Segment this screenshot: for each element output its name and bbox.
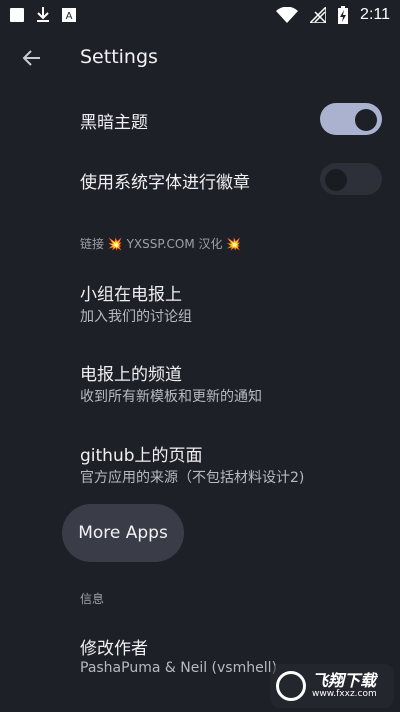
switch-knob (325, 169, 347, 191)
status-left: A (10, 7, 76, 23)
setting-system-font[interactable]: 使用系统字体进行徽章 (0, 152, 400, 208)
watermark-logo-icon (276, 671, 306, 701)
watermark-cn: 飞翔下载 (312, 671, 377, 691)
link-telegram-group[interactable]: 小组在电报上 加入我们的讨论组 (0, 270, 400, 334)
watermark: 飞翔下载 www.fxxz.com (270, 664, 394, 708)
watermark-text: 飞翔下载 www.fxxz.com (312, 672, 377, 699)
info-section-header: 信息 (80, 592, 105, 606)
author-title: 修改作者 (80, 639, 148, 659)
dark-theme-label: 黑暗主题 (80, 113, 148, 133)
wifi-icon (276, 7, 299, 23)
svg-text:A: A (66, 11, 73, 22)
status-bar: A 2:11 (0, 0, 400, 30)
link-title: 小组在电报上 (80, 285, 182, 305)
link-subtitle: 加入我们的讨论组 (80, 309, 192, 325)
back-button[interactable] (18, 44, 46, 72)
font-icon: A (62, 8, 76, 22)
link-github[interactable]: github上的页面 官方应用的来源（不包括材料设计2) (0, 431, 400, 495)
page-title: Settings (80, 46, 158, 68)
square-icon (10, 8, 24, 22)
link-title: github上的页面 (80, 446, 203, 466)
link-subtitle: 收到所有新模板和更新的通知 (80, 389, 262, 405)
link-title: 电报上的频道 (80, 365, 182, 385)
app-bar: Settings (0, 30, 400, 88)
watermark-en: www.fxxz.com (312, 688, 377, 699)
more-apps-button[interactable]: More Apps (62, 504, 184, 562)
links-section-header: 链接 💥 YXSSP.COM 汉化 💥 (80, 237, 242, 251)
status-time: 2:11 (360, 6, 390, 23)
switch-knob (355, 109, 377, 131)
download-icon (37, 7, 49, 22)
system-font-label: 使用系统字体进行徽章 (80, 173, 250, 193)
author-subtitle: PashaPuma & Neil (vsmhell) (80, 660, 277, 676)
dark-theme-switch[interactable] (320, 103, 382, 135)
link-subtitle: 官方应用的来源（不包括材料设计2) (80, 470, 305, 486)
status-right: 2:11 (276, 6, 390, 24)
arrow-back-icon (22, 50, 40, 66)
system-font-switch[interactable] (320, 163, 382, 195)
setting-dark-theme[interactable]: 黑暗主题 (0, 92, 400, 148)
signal-off-icon (310, 7, 327, 23)
battery-charging-icon (338, 6, 349, 24)
link-telegram-channel[interactable]: 电报上的频道 收到所有新模板和更新的通知 (0, 350, 400, 414)
